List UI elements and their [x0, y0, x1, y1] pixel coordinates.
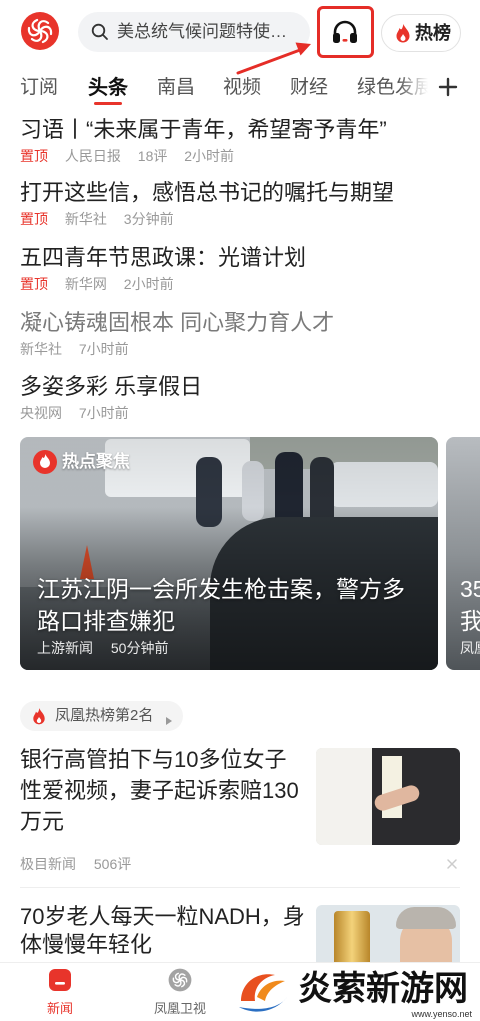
nav-label: 新闻	[46, 1001, 73, 1016]
search-placeholder: 美总统气候问题特使…	[117, 22, 287, 41]
phoenix-tv-icon	[168, 968, 192, 992]
news-meta: 新华社 7小时前	[20, 340, 460, 358]
news-item[interactable]: 打开这些信，感悟总书记的嘱托与期望 置顶 新华社 3分钟前	[20, 178, 460, 228]
news-time: 50分钟前	[110, 640, 169, 656]
news-item[interactable]: 多姿多彩 乐享假日 央视网 7小时前	[20, 372, 460, 422]
pinned-label: 置顶	[20, 211, 48, 227]
news-source: 央视网	[20, 405, 62, 421]
nav-item-news[interactable]: 新闻	[30, 963, 90, 1021]
watermark-url: www.yenso.net	[411, 1009, 472, 1019]
news-source: 新华网	[64, 276, 107, 292]
thumb-figure-white	[316, 748, 378, 845]
close-icon[interactable]	[444, 856, 460, 872]
news-time: 7小时前	[78, 341, 129, 357]
nav-item-phoenix-tv[interactable]: 凤凰卫视	[140, 963, 220, 1021]
news-source: 人民日报	[64, 148, 121, 164]
hot-rank-tag[interactable]: 凤凰热榜第2名	[20, 701, 183, 731]
news-source: 凤凰	[460, 640, 480, 656]
tab-nanchang[interactable]: 南昌	[157, 68, 195, 108]
pinned-label: 置顶	[20, 148, 48, 164]
active-tab-indicator	[94, 102, 122, 105]
news-meta: 置顶 新华社 3分钟前	[20, 210, 460, 228]
news-item[interactable]: 凝心铸魂固根本 同心聚力育人才 新华社 7小时前	[20, 308, 460, 358]
hot-topic-carousel[interactable]: 热点聚焦 江苏江阴一会所发生枪击案，警方多路口排查嫌犯 上游新闻 50分钟前 3…	[0, 437, 480, 670]
title-line: 我	[460, 608, 480, 634]
fire-icon	[33, 450, 57, 474]
comment-count: 506评	[93, 856, 132, 872]
news-meta: 置顶 人民日报 18评 2小时前	[20, 147, 460, 165]
nav-label: 凤凰卫视	[153, 1001, 206, 1016]
chevron-right-icon	[166, 712, 172, 725]
thumb-hair	[396, 907, 456, 929]
news-title: 习语丨“未来属于青年，希望寄予青年”	[20, 117, 387, 142]
top-bar: 美总统气候问题特使… 热榜	[0, 0, 480, 64]
news-source: 新华社	[64, 211, 107, 227]
hot-list-button[interactable]: 热榜	[381, 14, 461, 52]
news-time: 7小时前	[78, 405, 129, 421]
news-title: 多姿多彩 乐享假日	[20, 374, 203, 399]
carousel-card-next[interactable]: 35 我 凤凰	[446, 437, 480, 670]
news-time: 2小时前	[184, 148, 235, 164]
carousel-card-title: 35 我	[460, 573, 480, 637]
pinned-label: 置顶	[20, 276, 48, 292]
feed-item-title[interactable]: 银行高管拍下与10多位女子性爱视频，妻子起诉索赔130万元	[20, 744, 304, 837]
tab-strip: 订阅 头条 南昌 视频 财经 绿色发展	[0, 68, 428, 108]
carousel-card-meta: 上游新闻 50分钟前	[37, 639, 182, 657]
carousel-card-title: 江苏江阴一会所发生枪击案，警方多路口排查嫌犯	[37, 576, 405, 634]
annotation-highlight-box	[317, 6, 374, 58]
news-title: 五四青年节思政课：光谱计划	[20, 245, 307, 270]
news-app-screen: 美总统气候问题特使… 热榜 订阅 头条 南昌 视频 财经 绿色发展 习语丨“未来…	[0, 0, 480, 1021]
news-time: 2小时前	[123, 276, 174, 292]
tab-video[interactable]: 视频	[223, 68, 261, 108]
feed-item-thumbnail[interactable]	[316, 748, 460, 845]
news-icon	[48, 968, 72, 992]
search-bar[interactable]: 美总统气候问题特使…	[78, 12, 310, 52]
tab-subscribe[interactable]: 订阅	[20, 68, 58, 108]
site-watermark: 炎萦新游网 www.yenso.net	[232, 960, 480, 1021]
news-source: 新华社	[20, 341, 62, 357]
news-title: 凝心铸魂固根本 同心聚力育人才	[20, 310, 335, 335]
watermark-logo-icon	[235, 967, 291, 1017]
hot-rank-label: 凤凰热榜第2名	[55, 707, 154, 724]
fire-icon	[32, 707, 46, 725]
search-icon	[91, 23, 109, 41]
divider	[20, 887, 460, 888]
news-title: 打开这些信，感悟总书记的嘱托与期望	[20, 180, 395, 205]
tab-fade	[398, 68, 428, 108]
comment-count: 18评	[137, 148, 168, 164]
title-line: 35	[460, 576, 480, 602]
channel-tabs: 订阅 头条 南昌 视频 财经 绿色发展	[0, 68, 480, 108]
news-source: 上游新闻	[37, 640, 93, 656]
plus-icon[interactable]	[438, 77, 458, 97]
news-item[interactable]: 习语丨“未来属于青年，希望寄予青年” 置顶 人民日报 18评 2小时前	[20, 115, 460, 165]
news-source: 极目新闻	[20, 856, 76, 872]
feed-item-title[interactable]: 70岁老人每天一粒NADH，身体慢慢年轻化	[20, 903, 312, 959]
news-meta: 央视网 7小时前	[20, 404, 460, 422]
news-item[interactable]: 五四青年节思政课：光谱计划 置顶 新华网 2小时前	[20, 243, 460, 293]
carousel-card[interactable]: 热点聚焦 江苏江阴一会所发生枪击案，警方多路口排查嫌犯 上游新闻 50分钟前	[20, 437, 438, 670]
fire-icon	[395, 23, 411, 43]
news-time: 3分钟前	[123, 211, 174, 227]
watermark-name: 炎萦新游网	[298, 970, 468, 1008]
feed-item-meta: 极目新闻 506评	[20, 855, 145, 873]
tab-finance[interactable]: 财经	[290, 68, 328, 108]
phoenix-logo-icon[interactable]	[20, 11, 60, 51]
hot-list-label: 热榜	[415, 23, 451, 43]
hot-topic-badge-label: 热点聚焦	[62, 452, 130, 471]
news-meta: 置顶 新华网 2小时前	[20, 275, 460, 293]
